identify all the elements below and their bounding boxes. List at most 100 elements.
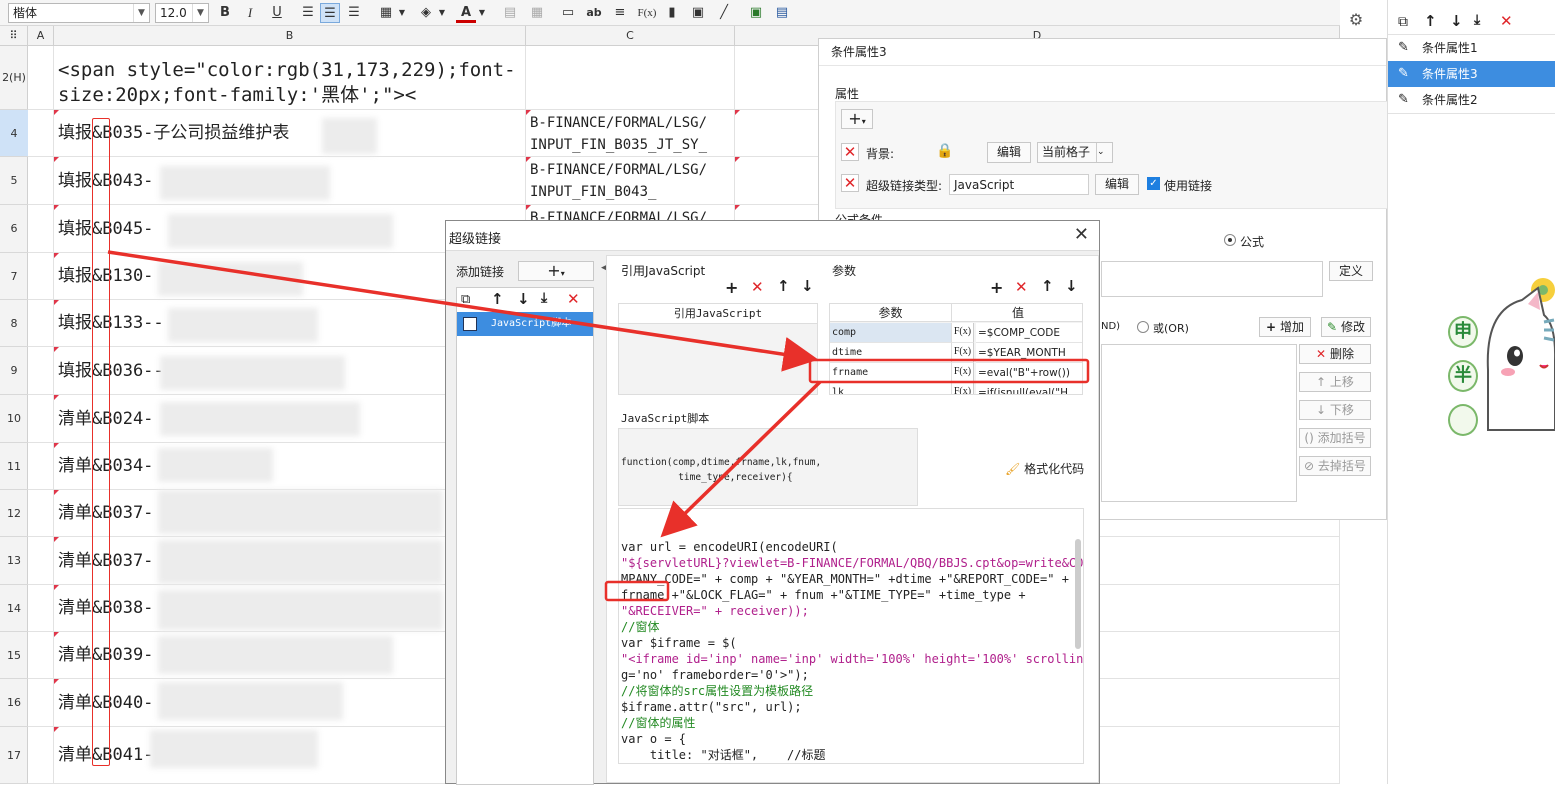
cell-a[interactable] [28, 443, 54, 490]
link-type-field[interactable]: JavaScript [949, 174, 1089, 195]
row-header[interactable]: 5 [0, 157, 28, 205]
merge-cells-icon[interactable]: ▤ [500, 3, 520, 23]
modify-cond-button[interactable]: ✎ 修改 [1321, 317, 1371, 337]
add-param-icon[interactable]: + [990, 278, 1003, 297]
align-center-icon[interactable]: ☰ [320, 3, 340, 23]
column-header-a[interactable]: A [28, 26, 54, 46]
cell-a[interactable] [28, 679, 54, 727]
list-item[interactable]: ✎ 条件属性3 [1388, 61, 1555, 87]
slash-icon[interactable]: ╱ [714, 3, 734, 23]
formula-icon[interactable]: F(x) [952, 383, 974, 394]
row-header[interactable]: 11 [0, 443, 28, 490]
delete-icon[interactable]: ✕ [567, 290, 580, 308]
delete-icon[interactable]: ✕ [751, 278, 764, 296]
formula-button[interactable]: F(x) [634, 3, 660, 23]
param-value[interactable]: =eval("B"+row()) [976, 363, 1082, 383]
or-radio[interactable] [1137, 321, 1149, 333]
bold-button[interactable]: B [215, 3, 235, 23]
column-header-c[interactable]: C [526, 26, 735, 46]
delete-param-icon[interactable]: ✕ [1015, 278, 1028, 296]
arrow-up-icon[interactable]: ↑ [1041, 277, 1054, 295]
delete-icon[interactable]: ✕ [1500, 12, 1513, 30]
move-up-button[interactable]: ↑ 上移 [1299, 372, 1371, 392]
chevron-down-icon[interactable]: ▼ [396, 3, 408, 23]
row-header[interactable]: 17 [0, 727, 28, 784]
param-name[interactable]: dtime [830, 343, 952, 363]
cell-a[interactable] [28, 300, 54, 347]
list-icon[interactable]: ▤ [772, 3, 792, 23]
remove-bracket-button[interactable]: ⊘ 去掉括号 [1299, 456, 1371, 476]
cell-a[interactable] [28, 46, 54, 110]
add-attr-button[interactable]: +▾ [841, 109, 873, 129]
align-left-icon[interactable]: ☰ [298, 3, 318, 23]
code-editor[interactable]: var url = encodeURI(encodeURI("${servlet… [618, 508, 1084, 764]
underline-button[interactable]: U [267, 3, 287, 23]
arrow-down-icon[interactable]: ↓ [801, 277, 814, 295]
row-header[interactable]: 12 [0, 490, 28, 537]
row-header[interactable]: 2(H) [0, 46, 28, 110]
row-header[interactable]: 7 [0, 253, 28, 300]
cell-c[interactable]: B-FINANCE/FORMAL/LSG/ INPUT_FIN_B043_ [526, 157, 735, 205]
param-value[interactable]: =$YEAR_MONTH [976, 343, 1082, 363]
paragraph-icon[interactable]: ≡ [610, 3, 630, 23]
row-header[interactable]: 4 [0, 110, 28, 157]
delete-bg-icon[interactable]: ✕ [841, 143, 859, 161]
form-icon[interactable]: ▣ [746, 3, 766, 23]
settings-icon[interactable]: ⚙ [1343, 10, 1369, 34]
cell-a[interactable] [28, 727, 54, 784]
edit-link-button[interactable]: 编辑 [1095, 174, 1139, 195]
font-family-select[interactable]: 楷体 ▼ [8, 3, 150, 23]
row-header[interactable]: 8 [0, 300, 28, 347]
text-wrap-button[interactable]: ab [584, 3, 604, 23]
move-down-button[interactable]: ↓ 下移 [1299, 400, 1371, 420]
cell-c[interactable] [526, 46, 735, 110]
row-header[interactable]: 15 [0, 632, 28, 679]
link-item[interactable]: JavaScript脚本 [457, 312, 593, 336]
chevron-down-icon[interactable]: ⌄ [1096, 143, 1112, 162]
move-bottom-icon[interactable]: ⤓ [1474, 12, 1480, 28]
row-header[interactable]: 10 [0, 395, 28, 443]
param-value[interactable]: =if(isnull(eval("H [976, 383, 1082, 394]
row-header[interactable]: 9 [0, 347, 28, 395]
format-code-button[interactable]: 🖌 格式化代码 [1005, 460, 1084, 477]
cell-a[interactable] [28, 347, 54, 395]
cell-a[interactable] [28, 490, 54, 537]
arrow-down-icon[interactable]: ↓ [517, 290, 530, 308]
use-link-checkbox[interactable]: ✓ [1147, 177, 1160, 190]
add-icon[interactable]: + [725, 278, 738, 297]
split-cells-icon[interactable]: ▦ [527, 3, 547, 23]
param-name[interactable]: frname [830, 363, 952, 383]
text-color-button[interactable]: A [456, 3, 476, 23]
scrollbar[interactable] [1075, 539, 1081, 649]
column-header-b[interactable]: B [54, 26, 526, 46]
param-value[interactable]: =$COMP_CODE [976, 323, 1082, 343]
cell-a[interactable] [28, 537, 54, 585]
formula-input[interactable] [1101, 261, 1323, 297]
cell-b[interactable]: 填报&B035-子公司损益维护表 [54, 110, 526, 157]
cell-a[interactable] [28, 205, 54, 253]
close-icon[interactable]: ✕ [1074, 224, 1089, 245]
row-header[interactable]: 16 [0, 679, 28, 727]
arrow-up-icon[interactable]: ↑ [491, 290, 504, 308]
delete-cond-button[interactable]: ✕ 删除 [1299, 344, 1371, 364]
formula-icon[interactable]: F(x) [952, 343, 974, 363]
formula-icon[interactable]: F(x) [952, 363, 974, 383]
param-name[interactable]: lk [830, 383, 952, 394]
chart-icon[interactable]: ▮ [662, 3, 682, 23]
chevron-down-icon[interactable]: ▼ [436, 3, 448, 23]
row-header[interactable]: 13 [0, 537, 28, 585]
arrow-down-icon[interactable]: ↓ [1450, 12, 1463, 30]
cell-a[interactable] [28, 110, 54, 157]
fill-color-icon[interactable]: ◈ [416, 3, 436, 23]
italic-button[interactable]: I [240, 3, 260, 23]
add-cond-button[interactable]: + 增加 [1259, 317, 1311, 337]
arrow-up-icon[interactable]: ↑ [1424, 12, 1437, 30]
chevron-down-icon[interactable]: ▼ [133, 4, 149, 22]
cell-a[interactable] [28, 585, 54, 632]
copy-icon[interactable]: ⧉ [1398, 14, 1408, 30]
copy-icon[interactable]: ⧉ [461, 292, 470, 307]
arrow-down-icon[interactable]: ↓ [1065, 277, 1078, 295]
list-item[interactable]: ✎ 条件属性2 [1388, 87, 1555, 113]
align-right-icon[interactable]: ☰ [344, 3, 364, 23]
cell-a[interactable] [28, 253, 54, 300]
